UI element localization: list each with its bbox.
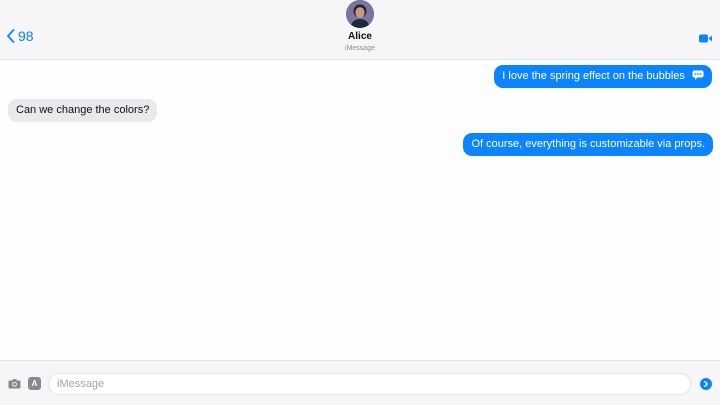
camera-icon[interactable] [8,378,21,389]
message-input[interactable] [48,373,691,395]
video-camera-icon[interactable] [699,34,712,43]
speech-bubble-emoji-icon [692,70,704,80]
avatar[interactable] [346,0,374,28]
message-text: Can we change the colors? [16,104,150,116]
conversation-header: 98 Alice iMessage [0,0,720,60]
message-text: Of course, everything is customizable vi… [471,138,705,150]
service-label: iMessage [345,45,375,52]
message-bubble-incoming[interactable]: Can we change the colors? [8,99,158,122]
app-store-icon[interactable]: A [28,377,41,390]
message-text: I love the spring effect on the bubbles [502,70,685,82]
message-bubble-outgoing[interactable]: I love the spring effect on the bubbles [494,65,712,88]
message-bubble-outgoing[interactable]: Of course, everything is customizable vi… [463,133,713,156]
send-arrow-icon [704,380,708,388]
send-button[interactable] [700,378,712,390]
message-composer: A [0,360,720,405]
contact-name[interactable]: Alice [0,31,720,42]
